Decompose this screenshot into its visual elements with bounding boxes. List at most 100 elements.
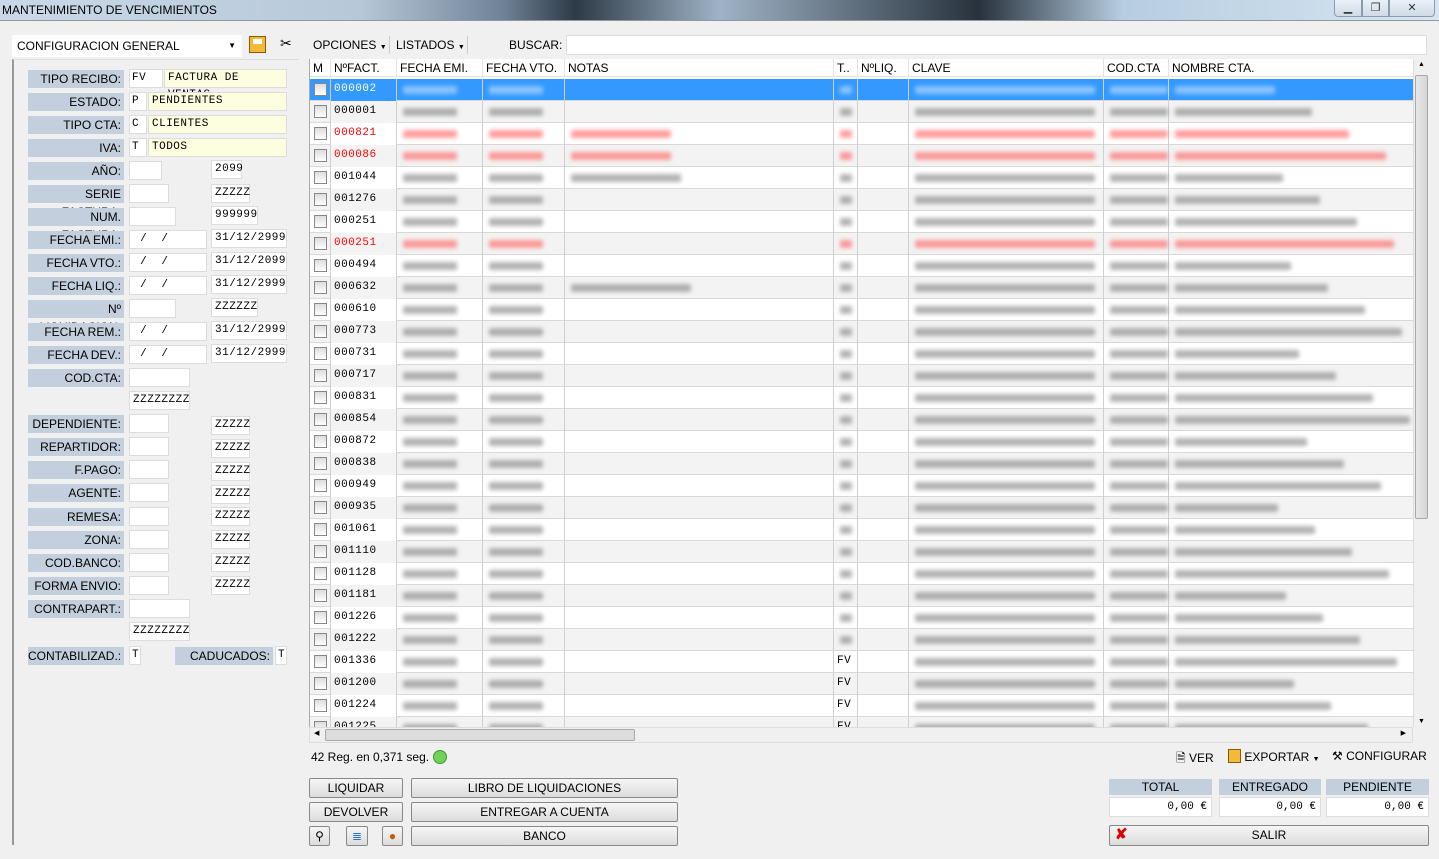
table-row[interactable]: 000632 xyxy=(310,277,1413,299)
forma-envio-from-input[interactable] xyxy=(129,576,169,595)
contrapart-from-input[interactable] xyxy=(129,599,190,618)
scrollbar-thumb[interactable] xyxy=(325,729,635,741)
row-checkbox[interactable] xyxy=(314,303,327,316)
anio-from-input[interactable] xyxy=(129,161,162,180)
column-header-notas[interactable]: NOTAS xyxy=(565,59,834,77)
list-icon[interactable]: ≣ xyxy=(346,826,368,846)
table-row[interactable]: 001128 xyxy=(310,563,1413,585)
table-row[interactable]: 001224 FV xyxy=(310,695,1413,717)
ver-button[interactable]: 🗎 VER xyxy=(1176,749,1214,770)
fpago-to-input[interactable]: ZZZZZ xyxy=(211,462,250,481)
row-checkbox[interactable] xyxy=(314,281,327,294)
row-checkbox[interactable] xyxy=(314,391,327,404)
row-checkbox[interactable] xyxy=(314,369,327,382)
fecha-liq-from-input[interactable]: / / xyxy=(129,276,207,295)
table-row[interactable]: 000731 xyxy=(310,343,1413,365)
column-header-t[interactable]: T.. xyxy=(834,59,858,77)
row-checkbox[interactable] xyxy=(314,347,327,360)
num-from-input[interactable] xyxy=(129,207,176,226)
row-checkbox[interactable] xyxy=(314,259,327,272)
column-header-nfact[interactable]: NºFACT. xyxy=(331,59,397,77)
row-checkbox[interactable] xyxy=(314,523,327,536)
table-row[interactable]: 001061 xyxy=(310,519,1413,541)
row-checkbox[interactable] xyxy=(314,589,327,602)
devolver-button[interactable]: DEVOLVER xyxy=(309,802,403,822)
scroll-left-icon[interactable]: ◀ xyxy=(314,729,319,737)
iva-code[interactable]: T xyxy=(129,138,147,157)
scroll-right-icon[interactable]: ▶ xyxy=(1401,729,1406,737)
scroll-down-icon[interactable]: ▼ xyxy=(1418,718,1425,725)
exportar-button[interactable]: EXPORTAR ▼ xyxy=(1228,749,1320,764)
table-row[interactable]: 001276 xyxy=(310,189,1413,211)
table-row[interactable]: 001200 FV xyxy=(310,673,1413,695)
table-row[interactable]: 000494 xyxy=(310,255,1413,277)
estado-code[interactable]: P xyxy=(129,92,147,111)
search-input[interactable] xyxy=(566,35,1427,55)
repartidor-to-input[interactable]: ZZZZZ xyxy=(211,439,250,458)
row-checkbox[interactable] xyxy=(314,171,327,184)
table-row[interactable]: 000251 xyxy=(310,233,1413,255)
save-icon[interactable] xyxy=(249,36,266,53)
table-row[interactable]: 000717 xyxy=(310,365,1413,387)
scroll-up-icon[interactable]: ▲ xyxy=(1418,61,1425,68)
serie-to-input[interactable]: ZZZZZ xyxy=(211,184,250,203)
table-row[interactable]: 000002 xyxy=(310,79,1413,101)
opciones-menu[interactable]: OPCIONES ▼ xyxy=(313,36,387,54)
row-checkbox[interactable] xyxy=(314,193,327,206)
column-header-nombre-cta[interactable]: NOMBRE CTA. xyxy=(1169,59,1413,77)
remesa-to-input[interactable]: ZZZZZ xyxy=(211,507,250,526)
fecha-dev-from-input[interactable]: / / xyxy=(129,345,207,364)
table-row[interactable]: 000610 xyxy=(310,299,1413,321)
tipo-recibo-code[interactable]: FV xyxy=(129,69,163,88)
row-checkbox[interactable] xyxy=(314,545,327,558)
libro-liquidaciones-button[interactable]: LIBRO DE LIQUIDACIONES xyxy=(411,778,678,798)
column-header-m[interactable]: M xyxy=(310,59,331,77)
table-row[interactable]: 000001 xyxy=(310,101,1413,123)
table-row[interactable]: 001336 FV xyxy=(310,651,1413,673)
n-liq-to-input[interactable]: ZZZZZZ xyxy=(211,298,258,317)
contrapart-to-input[interactable]: ZZZZZZZZ xyxy=(129,622,190,641)
tools-icon[interactable]: ✂ xyxy=(280,35,292,52)
table-row[interactable]: 000935 xyxy=(310,497,1413,519)
row-checkbox[interactable] xyxy=(314,325,327,338)
fecha-vto-to-input[interactable]: 31/12/2099 xyxy=(211,252,287,271)
table-row[interactable]: 000251 xyxy=(310,211,1413,233)
agente-to-input[interactable]: ZZZZZ xyxy=(211,485,250,504)
user-icon[interactable]: ● xyxy=(382,826,403,846)
repartidor-from-input[interactable] xyxy=(129,437,169,456)
forma-envio-to-input[interactable]: ZZZZZ xyxy=(211,576,250,595)
table-row[interactable]: 000872 xyxy=(310,431,1413,453)
fecha-emi-to-input[interactable]: 31/12/2999 xyxy=(211,229,287,248)
zona-from-input[interactable] xyxy=(129,530,169,549)
remesa-from-input[interactable] xyxy=(129,507,169,526)
row-checkbox[interactable] xyxy=(314,215,327,228)
table-row[interactable]: 000949 xyxy=(310,475,1413,497)
horizontal-scrollbar[interactable]: ◀ ▶ xyxy=(309,727,1413,743)
listados-menu[interactable]: LISTADOS ▼ xyxy=(396,36,465,54)
table-row[interactable]: 001226 xyxy=(310,607,1413,629)
entregar-cuenta-button[interactable]: ENTREGAR A CUENTA xyxy=(411,802,678,822)
fecha-rem-from-input[interactable]: / / xyxy=(129,322,207,341)
num-to-input[interactable]: 999999 xyxy=(211,206,258,225)
fecha-dev-to-input[interactable]: 31/12/2999 xyxy=(211,344,287,363)
table-row[interactable]: 001222 xyxy=(310,629,1413,651)
row-checkbox[interactable] xyxy=(314,677,327,690)
row-checkbox[interactable] xyxy=(314,633,327,646)
table-row[interactable]: 000821 xyxy=(310,123,1413,145)
fecha-rem-to-input[interactable]: 31/12/2999 xyxy=(211,321,287,340)
column-header-fecha-emi[interactable]: FECHA EMI. xyxy=(397,59,483,77)
liquidar-button[interactable]: LIQUIDAR xyxy=(309,778,403,798)
table-row[interactable]: 000854 xyxy=(310,409,1413,431)
search-icon[interactable]: ⚲ xyxy=(309,826,330,846)
column-header-cod-cta[interactable]: COD.CTA xyxy=(1104,59,1169,77)
column-header-nliq[interactable]: NºLIQ. xyxy=(858,59,909,77)
row-checkbox[interactable] xyxy=(314,699,327,712)
table-row[interactable]: 000086 xyxy=(310,145,1413,167)
row-checkbox[interactable] xyxy=(314,611,327,624)
row-checkbox[interactable] xyxy=(314,149,327,162)
dependiente-from-input[interactable] xyxy=(129,414,169,433)
row-checkbox[interactable] xyxy=(314,83,327,96)
cod-cta-from-input[interactable] xyxy=(129,368,190,387)
table-row[interactable]: 000831 xyxy=(310,387,1413,409)
salir-button[interactable]: ✘ SALIR xyxy=(1109,825,1429,846)
